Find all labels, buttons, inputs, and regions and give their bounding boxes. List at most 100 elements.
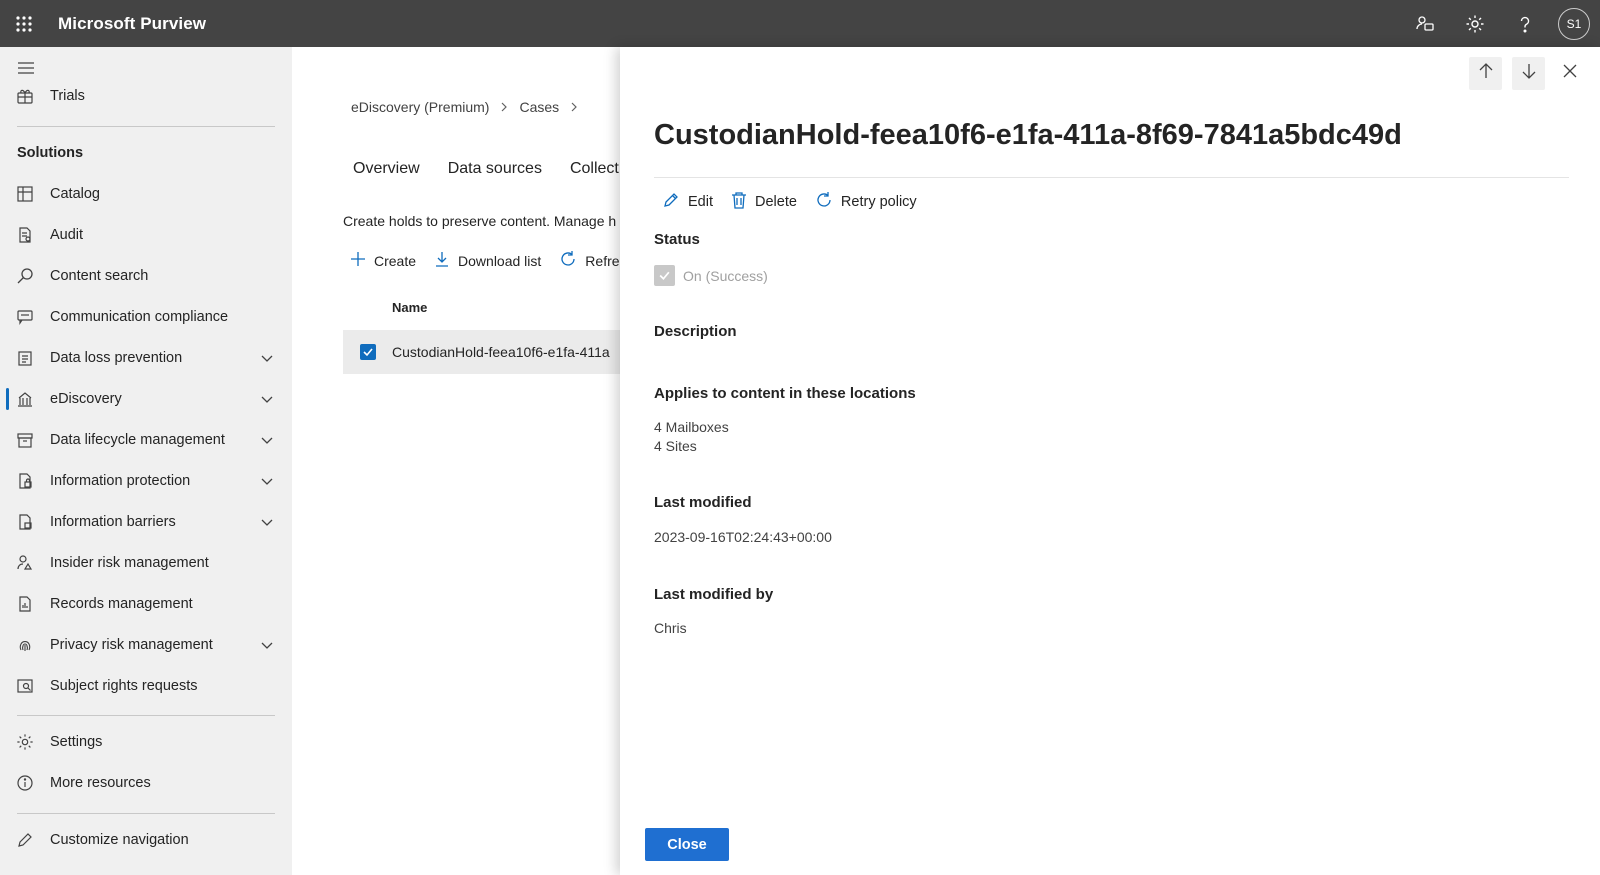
refresh-icon [815,191,833,213]
gear-icon[interactable] [1450,0,1500,47]
download-icon [434,251,450,270]
nav-item-label: Subject rights requests [50,678,198,694]
nav-item-insider-risk-management[interactable]: Insider risk management [0,543,292,583]
status-label: Status [654,231,700,248]
next-item-button[interactable] [1512,57,1545,90]
nav-item-trials[interactable]: Trials [0,76,292,116]
nav-item-records-management[interactable]: Records management [0,584,292,624]
nav-item-customize-navigation[interactable]: Customize navigation [0,820,292,860]
create-button[interactable]: Create [350,251,416,270]
catalog-icon [0,185,50,203]
nav-item-label: Records management [50,596,193,612]
app-title[interactable]: Microsoft Purview [58,14,206,34]
left-navigation: Trials Solutions Catalog Audit Content s… [0,47,292,875]
nav-item-data-loss-prevention[interactable]: Data loss prevention [0,338,292,378]
nav-item-audit[interactable]: Audit [0,215,292,255]
chevron-down-icon[interactable] [260,474,274,492]
last-modified-by-value: Chris [654,620,687,636]
last-modified-by-label: Last modified by [654,586,774,603]
community-icon[interactable] [1400,0,1450,47]
trials-icon [0,87,50,105]
previous-item-button[interactable] [1469,57,1502,90]
details-panel: CustodianHold-feea10f6-e1fa-411a-8f69-78… [620,47,1600,875]
nav-divider [17,813,275,814]
panel-title: CustodianHold-feea10f6-e1fa-411a-8f69-78… [654,119,1402,151]
nav-item-information-barriers[interactable]: Information barriers [0,502,292,542]
delete-button[interactable]: Delete [731,187,797,217]
status-toggle: On (Success) [654,265,768,286]
row-name: CustodianHold-feea10f6-e1fa-411a [392,344,610,360]
chevron-right-icon [569,99,579,115]
archive-icon [0,431,50,449]
tab-data-sources[interactable]: Data sources [448,160,542,178]
location-sites: 4 Sites [654,438,697,454]
refresh-button[interactable]: Refre [559,250,620,271]
description-label: Description [654,323,737,340]
fingerprint-icon [0,636,50,654]
chevron-down-icon[interactable] [260,392,274,410]
records-icon [0,595,50,613]
nav-item-settings[interactable]: Settings [0,722,292,762]
nav-item-subject-rights-requests[interactable]: Subject rights requests [0,666,292,706]
shield-icon [0,349,50,367]
breadcrumb-cases[interactable]: Cases [519,99,559,115]
nav-item-label: Content search [50,268,149,284]
avatar[interactable]: S1 [1558,7,1590,40]
table-row[interactable]: CustodianHold-feea10f6-e1fa-411a [343,330,622,374]
close-panel-button[interactable] [1555,57,1585,90]
edit-button[interactable]: Edit [662,187,713,217]
nav-item-information-protection[interactable]: Information protection [0,461,292,501]
nav-item-more-resources[interactable]: More resources [0,763,292,803]
nav-item-label: Data loss prevention [50,350,183,366]
chevron-down-icon[interactable] [260,638,274,656]
chevron-down-icon[interactable] [260,433,274,451]
nav-item-label: Information barriers [50,514,176,530]
panel-navigation [1469,57,1585,90]
download-label: Download list [458,252,542,269]
nav-item-label: Catalog [50,186,100,202]
delete-label: Delete [755,194,797,210]
chevron-down-icon[interactable] [260,351,274,369]
nav-item-communication-compliance[interactable]: Communication compliance [0,297,292,337]
breadcrumb: eDiscovery (Premium) Cases [351,99,579,115]
chevron-down-icon[interactable] [260,515,274,533]
nav-item-content-search[interactable]: Content search [0,256,292,296]
gear-icon [0,733,50,751]
close-icon [1563,64,1577,83]
nav-item-privacy-risk-management[interactable]: Privacy risk management [0,625,292,665]
ediscovery-icon [0,390,50,408]
nav-divider [17,126,275,127]
solutions-header: Solutions [17,145,84,161]
tab-overview[interactable]: Overview [353,160,420,178]
app-launcher-icon[interactable] [0,0,48,47]
retry-policy-button[interactable]: Retry policy [815,187,917,217]
tab-collections[interactable]: Collect [570,160,619,178]
search-icon [0,267,50,285]
lock-document-icon [0,472,50,490]
status-value: On (Success) [683,267,768,284]
nav-item-data-lifecycle-management[interactable]: Data lifecycle management [0,420,292,460]
nav-item-label: Customize navigation [50,832,189,848]
refresh-icon [559,250,577,271]
nav-item-label: More resources [50,775,151,791]
breadcrumb-ediscovery[interactable]: eDiscovery (Premium) [351,99,489,115]
row-checkbox[interactable] [360,344,376,360]
nav-item-catalog[interactable]: Catalog [0,174,292,214]
column-header-name[interactable]: Name [392,300,427,315]
nav-item-ediscovery[interactable]: eDiscovery [0,379,292,419]
person-warning-icon [0,554,50,572]
close-button[interactable]: Close [645,828,729,861]
last-modified-label: Last modified [654,494,752,511]
nav-item-label: Communication compliance [50,309,229,325]
plus-icon [350,251,366,270]
panel-divider [654,177,1569,178]
nav-item-label: Data lifecycle management [50,432,225,448]
panel-actions: Edit Delete Retry policy [662,187,935,217]
create-label: Create [374,252,417,269]
refresh-label: Refre [585,252,620,269]
pencil-icon [0,831,50,849]
download-list-button[interactable]: Download list [434,251,541,270]
barrier-icon [0,513,50,531]
top-bar: Microsoft Purview S1 [0,0,1600,47]
help-icon[interactable] [1500,0,1550,47]
